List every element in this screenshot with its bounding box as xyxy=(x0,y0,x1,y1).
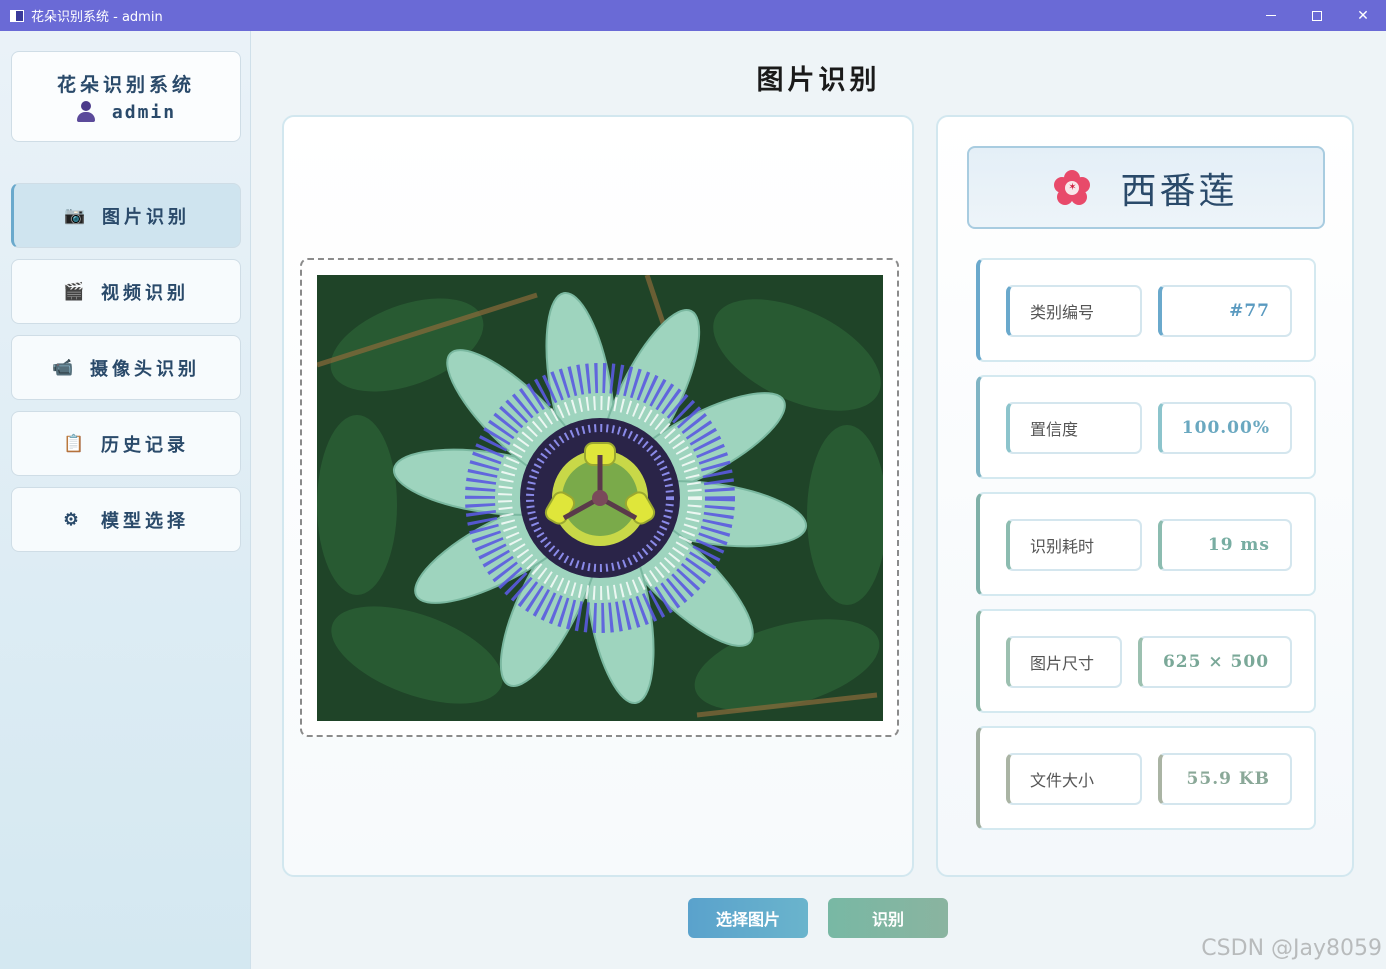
user-row: admin xyxy=(76,101,176,123)
gear-icon: ⚙ xyxy=(63,509,83,530)
user-card: 花朵识别系统 admin xyxy=(11,51,241,142)
field-value: 19 ms xyxy=(1158,519,1292,571)
clapperboard-icon: 🎬 xyxy=(63,281,89,302)
app-icon xyxy=(10,9,24,22)
nav-item-model-selection[interactable]: ⚙ 模型选择 xyxy=(11,487,241,552)
system-title: 花朵识别系统 xyxy=(56,74,195,96)
field-label: 类别编号 xyxy=(1006,285,1142,337)
select-image-button[interactable]: 选择图片 xyxy=(688,898,808,938)
nav-item-camera-recognition[interactable]: 📹 摄像头识别 xyxy=(11,335,241,400)
result-panel: ✶ 西番莲 类别编号 #77 置信度 100.00% 识别耗时 19 ms 图片… xyxy=(936,115,1354,877)
nav-item-history[interactable]: 📋 历史记录 xyxy=(11,411,241,476)
window-title: 花朵识别系统 - admin xyxy=(31,10,163,25)
field-value: #77 xyxy=(1158,285,1292,337)
minimize-button[interactable] xyxy=(1248,0,1294,31)
close-button[interactable]: ✕ xyxy=(1340,0,1386,31)
clipboard-icon: 📋 xyxy=(63,433,89,454)
field-label: 图片尺寸 xyxy=(1006,636,1122,688)
maximize-icon xyxy=(1312,10,1322,21)
result-name-card: ✶ 西番莲 xyxy=(967,146,1325,229)
info-card-confidence: 置信度 100.00% xyxy=(976,375,1316,479)
nav-item-label: 视频识别 xyxy=(101,282,189,304)
result-name: 西番莲 xyxy=(1120,170,1238,212)
close-icon: ✕ xyxy=(1357,7,1369,24)
maximize-button[interactable] xyxy=(1294,0,1340,31)
window-titlebar: 花朵识别系统 - admin ✕ xyxy=(0,0,1386,31)
info-card-image-size: 图片尺寸 625 × 500 xyxy=(976,609,1316,713)
nav-item-label: 模型选择 xyxy=(101,510,189,532)
nav-item-label: 摄像头识别 xyxy=(90,358,200,380)
info-card-file-size: 文件大小 55.9 KB xyxy=(976,726,1316,830)
field-label: 识别耗时 xyxy=(1006,519,1142,571)
field-label: 置信度 xyxy=(1006,402,1142,454)
field-label: 文件大小 xyxy=(1006,753,1142,805)
image-frame xyxy=(300,258,899,737)
nav-item-video-recognition[interactable]: 🎬 视频识别 xyxy=(11,259,241,324)
user-icon xyxy=(76,101,96,123)
camera-icon: 📷 xyxy=(64,205,90,226)
recognize-button[interactable]: 识别 xyxy=(828,898,948,938)
nav-item-label: 图片识别 xyxy=(102,206,190,228)
info-card-class-id: 类别编号 #77 xyxy=(976,258,1316,362)
field-value: 625 × 500 xyxy=(1138,636,1292,688)
flower-illustration xyxy=(317,275,883,721)
field-value: 100.00% xyxy=(1158,402,1292,454)
info-card-time: 识别耗时 19 ms xyxy=(976,492,1316,596)
field-value: 55.9 KB xyxy=(1158,753,1292,805)
minimize-icon xyxy=(1266,15,1276,16)
image-panel xyxy=(282,115,914,877)
uploaded-image xyxy=(317,275,883,721)
window-controls: ✕ xyxy=(1248,0,1386,31)
sidebar: 花朵识别系统 admin 📷 图片识别 🎬 视频识别 📹 摄像头识别 📋 历史记… xyxy=(0,31,251,969)
nav-item-image-recognition[interactable]: 📷 图片识别 xyxy=(11,183,241,248)
watermark: CSDN @Jay8059 xyxy=(1201,936,1382,961)
page-title: 图片识别 xyxy=(756,65,881,96)
video-camera-icon: 📹 xyxy=(52,357,78,378)
username: admin xyxy=(111,101,177,123)
nav-item-label: 历史记录 xyxy=(101,434,189,456)
flower-icon: ✶ xyxy=(1054,169,1091,206)
